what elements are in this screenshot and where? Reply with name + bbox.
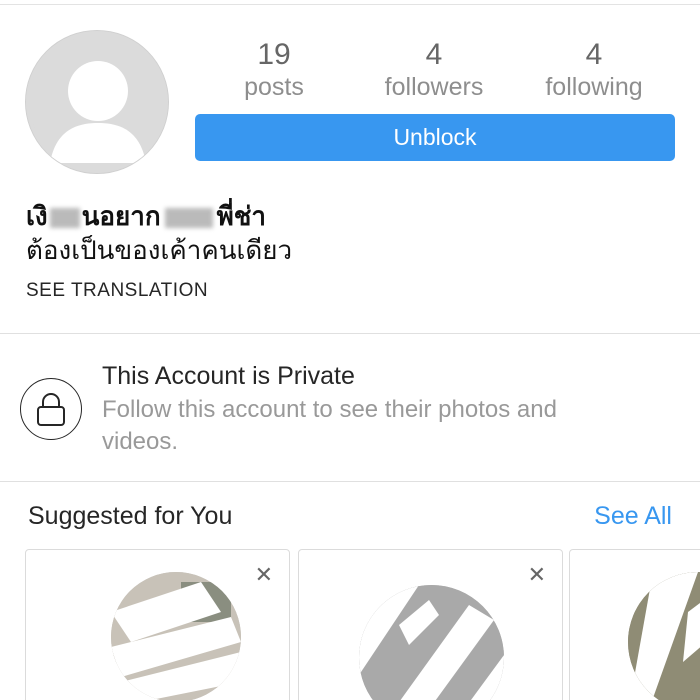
profile-avatar[interactable] (25, 30, 169, 174)
posts-label: posts (244, 73, 304, 101)
close-icon[interactable]: ✕ (255, 564, 273, 586)
suggested-card[interactable]: ✕ (298, 549, 563, 700)
bio-name-part-3: พี่ช่า (216, 202, 266, 232)
following-stat[interactable]: 4 following (519, 38, 669, 102)
section-divider (0, 333, 700, 334)
private-account-subtitle: Follow this account to see their photos … (102, 396, 557, 455)
suggested-avatar[interactable] (628, 572, 700, 700)
see-all-link[interactable]: See All (594, 502, 672, 531)
suggested-avatar[interactable] (359, 585, 504, 700)
following-count: 4 (585, 38, 603, 71)
followers-label: followers (384, 73, 484, 101)
redacted-photo (628, 572, 700, 700)
followers-count: 4 (425, 38, 443, 71)
lock-badge (20, 378, 82, 440)
posts-count: 19 (257, 38, 291, 71)
suggested-title: Suggested for You (28, 502, 233, 530)
following-label: following (545, 73, 643, 101)
default-avatar-icon (26, 31, 168, 173)
suggested-card[interactable]: ✕ (25, 549, 290, 700)
followers-stat[interactable]: 4 followers (359, 38, 509, 102)
suggested-avatar[interactable] (111, 572, 241, 700)
redaction-blur (49, 207, 80, 228)
section-divider (0, 481, 700, 482)
bio-name-part-1: เงิ (26, 202, 48, 232)
suggested-card[interactable] (569, 549, 700, 700)
unblock-button[interactable]: Unblock (195, 114, 675, 161)
top-divider (0, 4, 700, 5)
private-account-title: This Account is Private (102, 362, 355, 390)
posts-stat[interactable]: 19 posts (199, 38, 349, 102)
redacted-photo (359, 585, 504, 700)
redaction-blur (164, 207, 213, 228)
redacted-photo (111, 572, 241, 700)
see-translation-link[interactable]: SEE TRANSLATION (26, 280, 208, 302)
bio-text: ต้องเป็นของเค้าคนเดียว (26, 236, 293, 266)
lock-icon (37, 393, 65, 426)
bio-name-part-2: นอยาก (81, 202, 161, 232)
close-icon[interactable]: ✕ (528, 564, 546, 586)
